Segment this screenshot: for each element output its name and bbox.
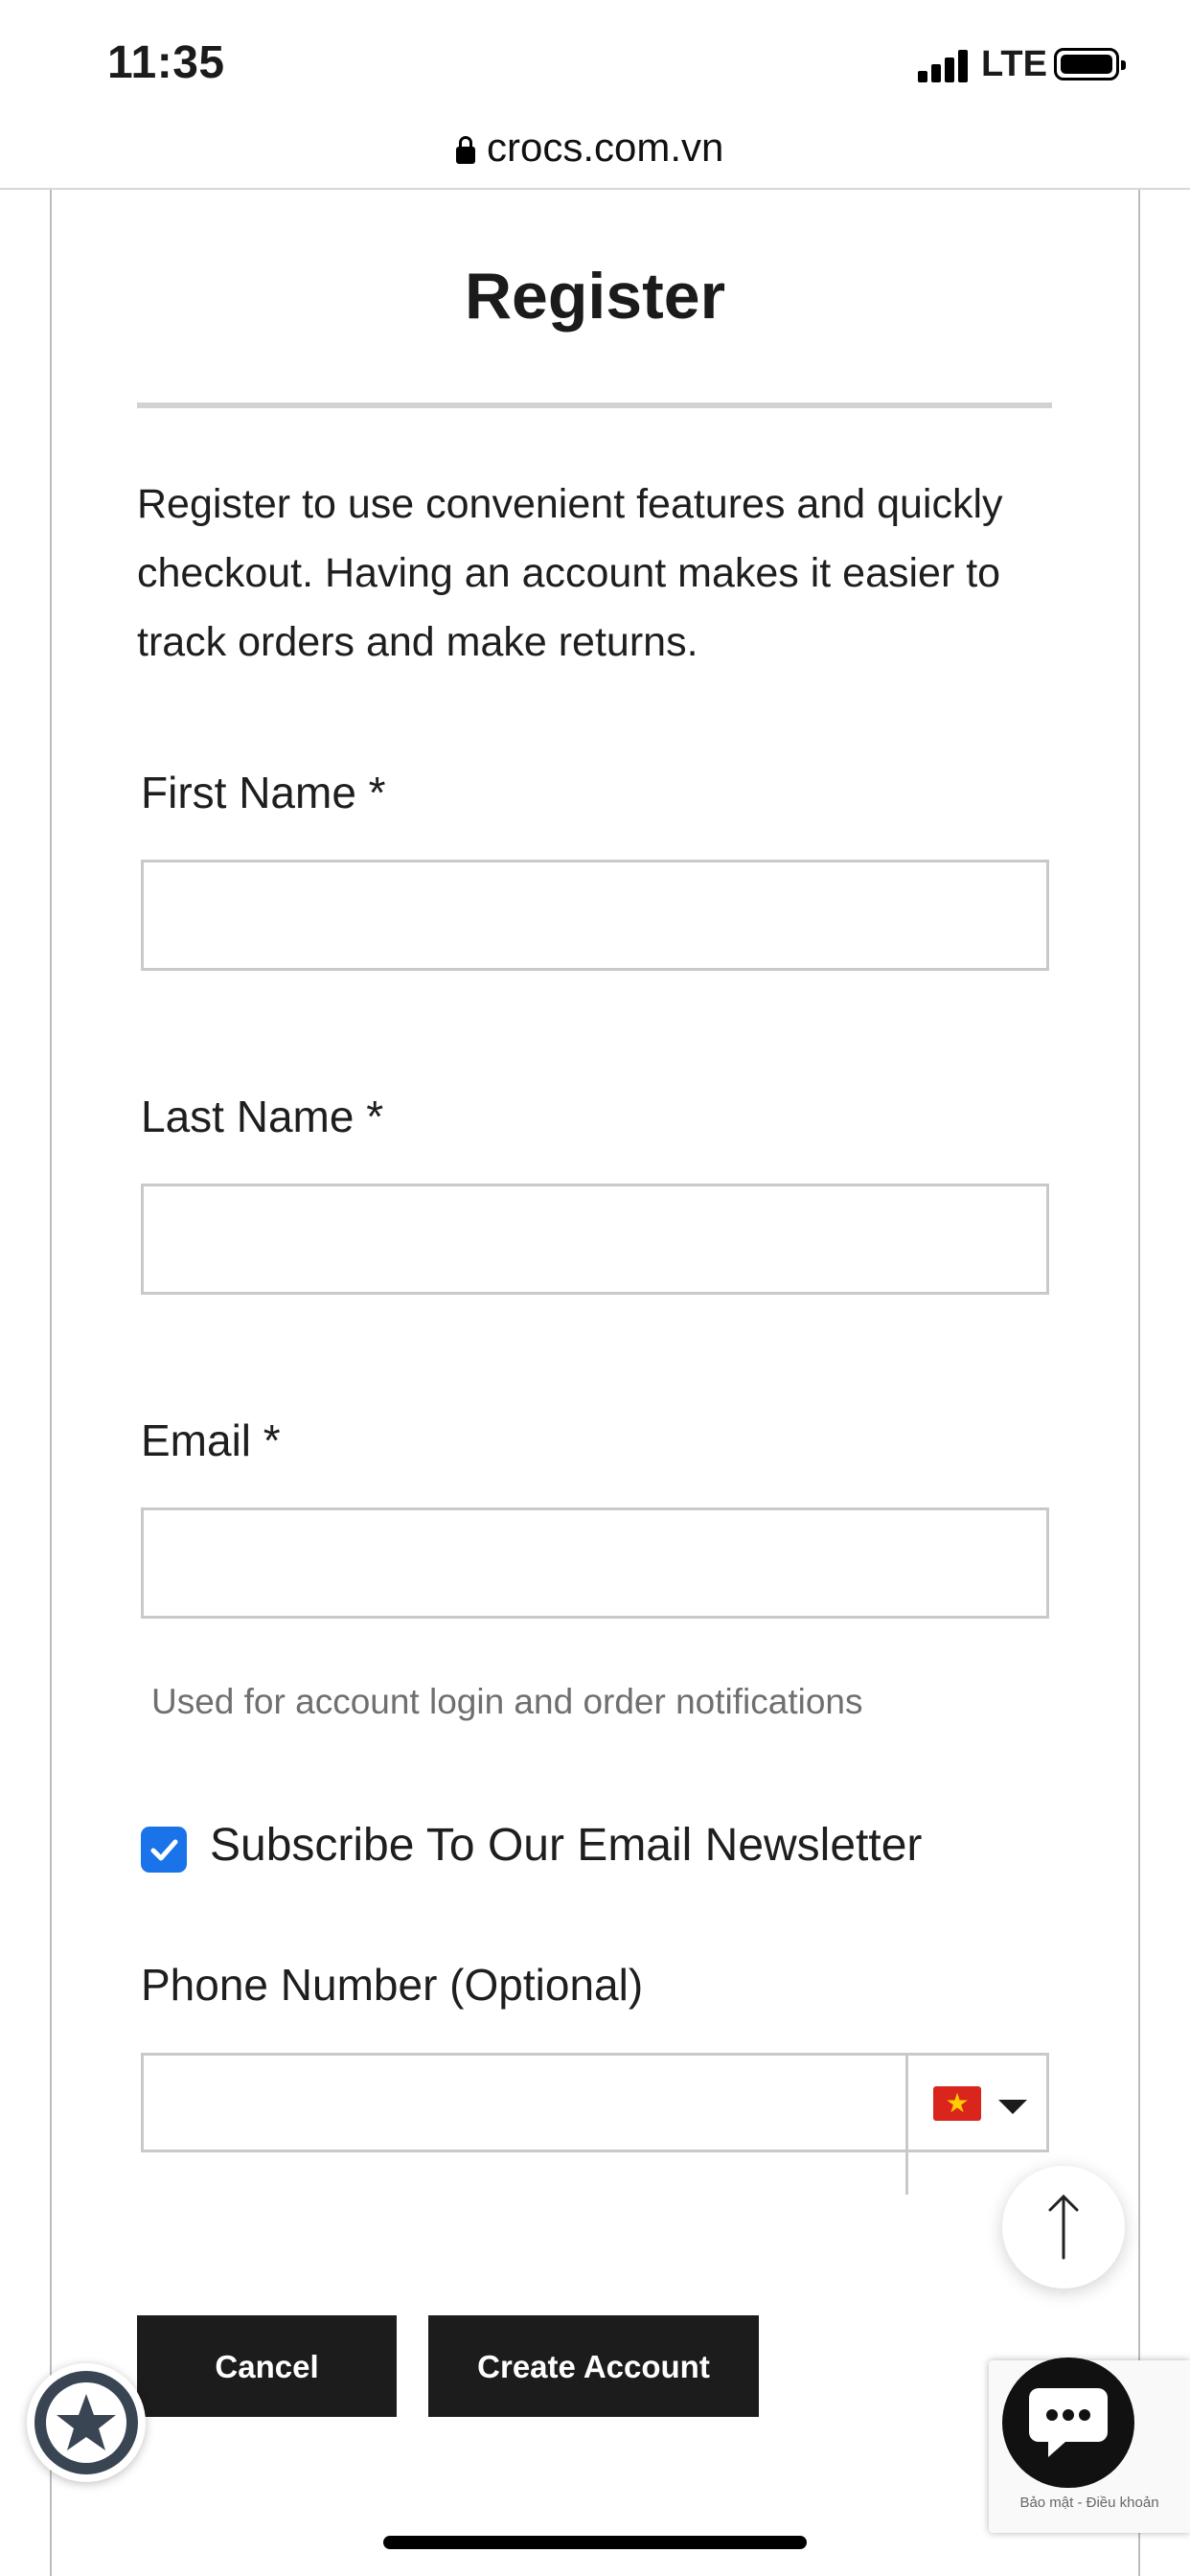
newsletter-label[interactable]: Subscribe To Our Email Newsletter bbox=[210, 1819, 922, 1872]
vietnam-flag-icon: ★ bbox=[933, 2086, 981, 2121]
checkmark-icon bbox=[150, 1839, 178, 1861]
rewards-button[interactable] bbox=[27, 2363, 146, 2482]
network-type: LTE bbox=[981, 44, 1047, 84]
home-indicator bbox=[383, 2536, 807, 2549]
chat-bubble-icon bbox=[1029, 2388, 1108, 2457]
content-frame-right bbox=[1138, 190, 1140, 2576]
status-time: 11:35 bbox=[107, 37, 225, 88]
chat-button[interactable] bbox=[1002, 2358, 1134, 2488]
newsletter-checkbox[interactable] bbox=[141, 1827, 187, 1873]
chevron-down-icon bbox=[998, 2100, 1027, 2114]
content-frame-left bbox=[50, 190, 52, 2576]
status-bar: 11:35 LTE bbox=[0, 0, 1190, 125]
intro-text: Register to use convenient features and … bbox=[137, 481, 1003, 665]
phone-input[interactable] bbox=[144, 2056, 905, 2150]
cancel-button[interactable]: Cancel bbox=[137, 2315, 397, 2417]
last-name-input[interactable] bbox=[144, 1186, 1046, 1292]
url-text: crocs.com.vn bbox=[487, 125, 724, 170]
create-account-button[interactable]: Create Account bbox=[428, 2315, 759, 2417]
scroll-to-top-button[interactable] bbox=[1002, 2166, 1125, 2288]
email-label: Email * bbox=[141, 1415, 281, 1465]
signal-icon bbox=[918, 50, 970, 82]
last-name-field[interactable] bbox=[141, 1184, 1049, 1295]
recaptcha-text[interactable]: Bảo mật - Điều khoản bbox=[989, 2495, 1190, 2511]
page-title: Register bbox=[464, 260, 726, 333]
email-hint: Used for account login and order notific… bbox=[151, 1682, 863, 1721]
lock-icon bbox=[456, 136, 475, 165]
phone-label: Phone Number (Optional) bbox=[141, 1960, 644, 2010]
title-divider bbox=[137, 402, 1052, 408]
first-name-label: First Name * bbox=[141, 768, 386, 817]
country-code-select[interactable]: ★ bbox=[908, 2056, 1046, 2150]
first-name-input[interactable] bbox=[144, 862, 1046, 968]
battery-icon bbox=[1054, 48, 1126, 80]
email-input[interactable] bbox=[144, 1510, 1046, 1616]
arrow-up-icon bbox=[1048, 2194, 1079, 2260]
first-name-field[interactable] bbox=[141, 860, 1049, 971]
browser-url-bar[interactable]: crocs.com.vn bbox=[0, 115, 1190, 190]
email-field[interactable] bbox=[141, 1507, 1049, 1619]
last-name-label: Last Name * bbox=[141, 1092, 384, 1141]
star-icon bbox=[57, 2394, 116, 2450]
